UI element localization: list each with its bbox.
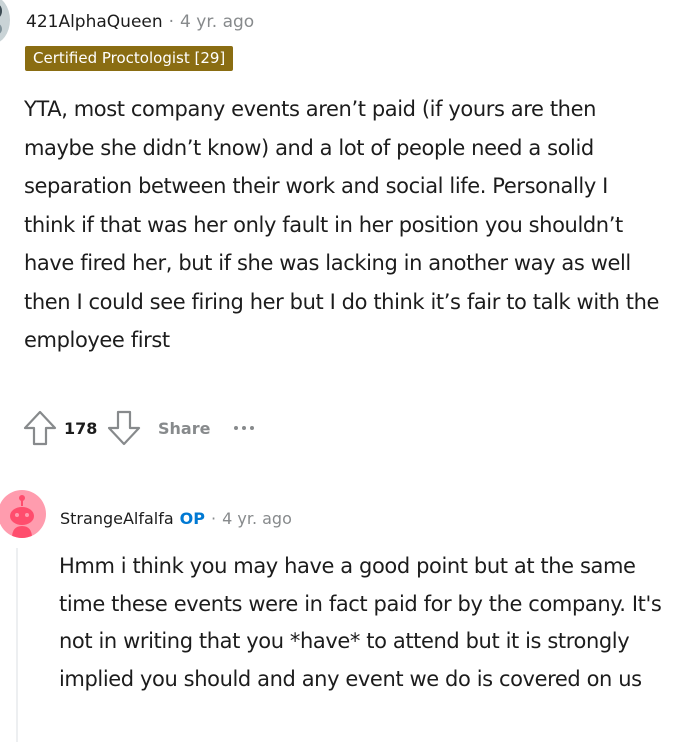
more-options-icon[interactable] (234, 426, 255, 430)
avatar-detail (0, 4, 2, 18)
meta-separator: · (211, 508, 217, 528)
comment-author[interactable]: 421AlphaQueen (26, 12, 163, 32)
dot (250, 426, 255, 430)
dot (242, 426, 247, 430)
reply-body: Hmm i think you may have a good point bu… (59, 554, 662, 691)
comment-body: YTA, most company events aren’t paid (if… (24, 97, 660, 352)
reply-timestamp[interactable]: 4 yr. ago (222, 509, 292, 528)
comment-header: 421AlphaQueen · 4 yr. ago (26, 9, 254, 35)
dot (234, 426, 239, 430)
upvote-arrow-icon[interactable] (20, 408, 60, 448)
thread-line[interactable] (16, 548, 18, 742)
user-avatar[interactable] (0, 0, 10, 44)
snoo-avatar-icon[interactable] (0, 490, 46, 538)
comment-timestamp[interactable]: 4 yr. ago (180, 12, 254, 32)
meta-separator: · (168, 12, 175, 32)
user-flair: Certified Proctologist [29] (25, 46, 234, 71)
comment-actions: 178 Share (20, 406, 255, 450)
avatar-detail (0, 24, 2, 34)
vote-count: 178 (64, 418, 98, 438)
downvote-arrow-icon[interactable] (104, 408, 144, 448)
share-button[interactable]: Share (158, 419, 210, 438)
op-badge: OP (179, 508, 205, 528)
reply-header: StrangeAlfalfa OP · 4 yr. ago (60, 505, 292, 531)
snoo-svg (10, 495, 34, 538)
downvote-arrow-svg (107, 410, 141, 446)
reply-author[interactable]: StrangeAlfalfa (60, 509, 174, 528)
upvote-arrow-svg (23, 410, 57, 446)
